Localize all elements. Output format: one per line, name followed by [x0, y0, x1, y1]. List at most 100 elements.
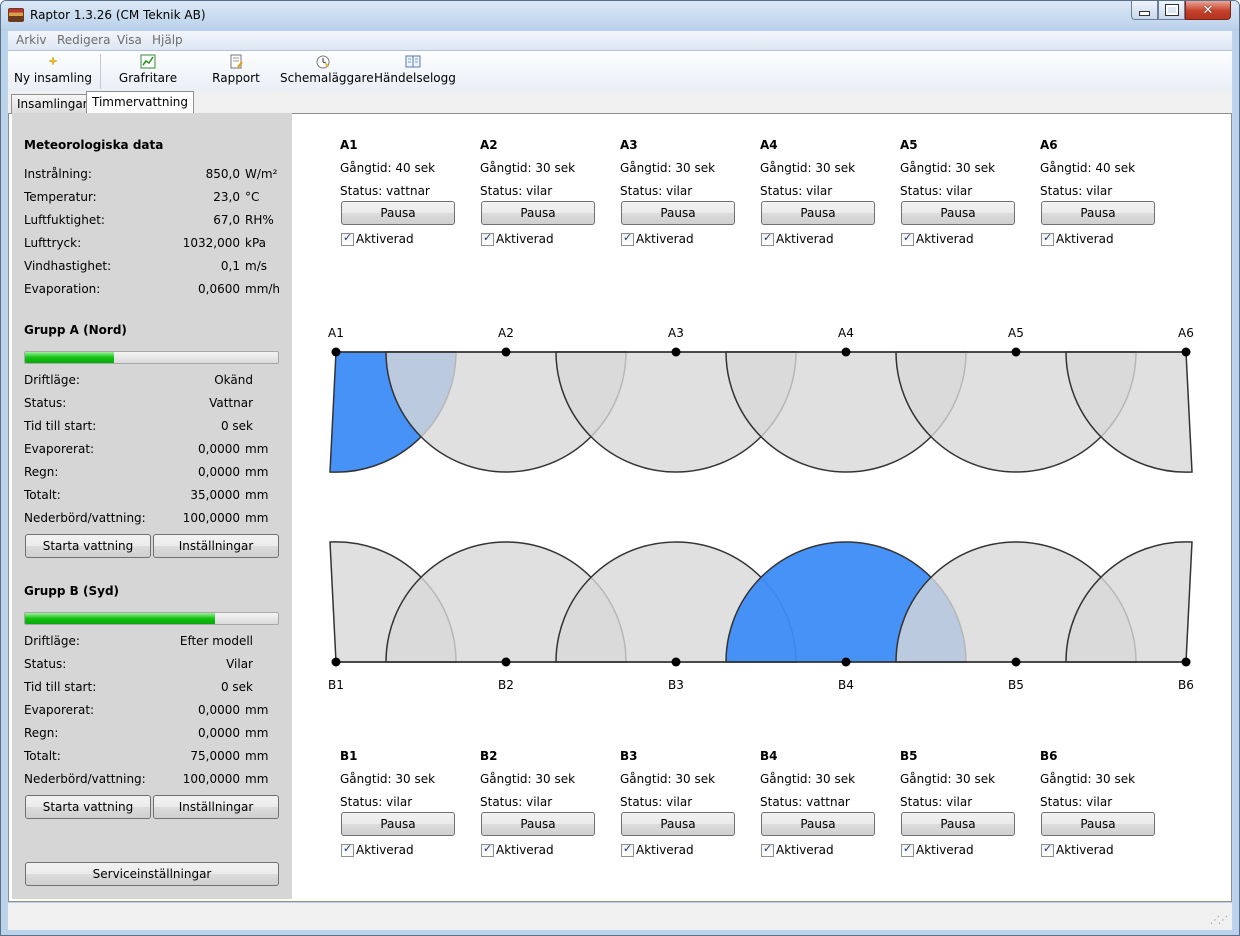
zone-b-2-enabled-label: Aktiverad: [496, 843, 554, 857]
zone-a-2-pause-button[interactable]: Pausa: [481, 201, 595, 225]
zone-a-1-status: Status: vattnar: [340, 184, 430, 198]
map-label-a4: A4: [838, 326, 854, 340]
zone-b-2-enabled-checkbox[interactable]: [481, 842, 494, 857]
zone-b-1-runtime: Gångtid: 30 sek: [340, 772, 436, 786]
row-a-sectors: [329, 351, 1193, 473]
zone-b-2-runtime: Gångtid: 30 sek: [480, 772, 576, 786]
zone-b-4-runtime: Gångtid: 30 sek: [760, 772, 856, 786]
zone-b-6-enabled-label: Aktiverad: [1056, 843, 1114, 857]
zone-b-4-title: B4: [760, 749, 778, 763]
row-a-sprinkler-5: [1011, 347, 1021, 357]
zone-b-5-runtime: Gångtid: 30 sek: [900, 772, 996, 786]
row-b-sprinkler-2: [501, 657, 511, 667]
zone-b-6-status: Status: vilar: [1040, 795, 1113, 809]
row-a-sector-6: [1065, 351, 1193, 473]
zone-b-6-runtime: Gångtid: 30 sek: [1040, 772, 1136, 786]
zone-b-1-enabled-label: Aktiverad: [356, 843, 414, 857]
zone-b-3-enabled-checkbox[interactable]: [621, 842, 634, 857]
zone-a-6-pause-button[interactable]: Pausa: [1041, 201, 1155, 225]
row-b-sprinkler-5: [1011, 657, 1021, 667]
zone-b-4-status: Status: vattnar: [760, 795, 850, 809]
zone-a-1-enabled-label: Aktiverad: [356, 232, 414, 246]
zone-b-6-title: B6: [1040, 749, 1058, 763]
zone-a-5-title: A5: [900, 138, 918, 152]
map-label-b5: B5: [1008, 678, 1024, 692]
zone-a-2-title: A2: [480, 138, 498, 152]
zone-a-6-enabled-checkbox[interactable]: [1041, 231, 1054, 246]
zone-b-3-status: Status: vilar: [620, 795, 693, 809]
zone-b-3-pause-button[interactable]: Pausa: [621, 812, 735, 836]
zone-b-4-enabled-label: Aktiverad: [776, 843, 834, 857]
zone-a-4-enabled-checkbox[interactable]: [761, 231, 774, 246]
zone-b-5-enabled-label: Aktiverad: [916, 843, 974, 857]
map-label-a3: A3: [668, 326, 684, 340]
zone-a-3-status: Status: vilar: [620, 184, 693, 198]
map-label-a2: A2: [498, 326, 514, 340]
zone-a-1-runtime: Gångtid: 40 sek: [340, 161, 436, 175]
zone-b-5-pause-button[interactable]: Pausa: [901, 812, 1015, 836]
zone-b-1-status: Status: vilar: [340, 795, 413, 809]
row-b-sprinkler-3: [671, 657, 681, 667]
map-label-b4: B4: [838, 678, 854, 692]
row-a-sprinkler-6: [1181, 347, 1191, 357]
map-label-b1: B1: [328, 678, 344, 692]
zone-a-2-enabled-checkbox[interactable]: [481, 231, 494, 246]
zone-a-3-pause-button[interactable]: Pausa: [621, 201, 735, 225]
zone-b-6-pause-button[interactable]: Pausa: [1041, 812, 1155, 836]
row-b-sector-6: [1065, 541, 1193, 663]
zone-a-4-pause-button[interactable]: Pausa: [761, 201, 875, 225]
zone-a-2-status: Status: vilar: [480, 184, 553, 198]
map-label-a1: A1: [328, 326, 344, 340]
zone-b-4-pause-button[interactable]: Pausa: [761, 812, 875, 836]
zone-a-3-enabled-label: Aktiverad: [636, 232, 694, 246]
row-a-sprinkler-3: [671, 347, 681, 357]
map-label-a6: A6: [1178, 326, 1194, 340]
zone-a-5-enabled-label: Aktiverad: [916, 232, 974, 246]
zone-a-5-enabled-checkbox[interactable]: [901, 231, 914, 246]
zone-a-6-enabled-label: Aktiverad: [1056, 232, 1114, 246]
zone-a-3-runtime: Gångtid: 30 sek: [620, 161, 716, 175]
zone-a-1-title: A1: [340, 138, 358, 152]
zone-b-2-status: Status: vilar: [480, 795, 553, 809]
row-b-sectors: [329, 541, 1193, 663]
zone-b-3-title: B3: [620, 749, 638, 763]
zone-a-3-enabled-checkbox[interactable]: [621, 231, 634, 246]
zone-b-3-enabled-label: Aktiverad: [636, 843, 694, 857]
zone-b-4-enabled-checkbox[interactable]: [761, 842, 774, 857]
map-label-b2: B2: [498, 678, 514, 692]
map-label-b6: B6: [1178, 678, 1194, 692]
zone-a-2-enabled-label: Aktiverad: [496, 232, 554, 246]
row-a-sprinkler-2: [501, 347, 511, 357]
zone-b-5-title: B5: [900, 749, 918, 763]
zone-a-5-runtime: Gångtid: 30 sek: [900, 161, 996, 175]
row-b-sprinkler-6: [1181, 657, 1191, 667]
row-a-sprinkler-4: [841, 347, 851, 357]
zone-a-4-runtime: Gångtid: 30 sek: [760, 161, 856, 175]
row-b-sprinkler-4: [841, 657, 851, 667]
zone-b-3-runtime: Gångtid: 30 sek: [620, 772, 716, 786]
map-label-b3: B3: [668, 678, 684, 692]
zone-a-4-enabled-label: Aktiverad: [776, 232, 834, 246]
row-b-sprinkler-1: [331, 657, 341, 667]
zone-a-6-status: Status: vilar: [1040, 184, 1113, 198]
zone-b-1-pause-button[interactable]: Pausa: [341, 812, 455, 836]
zone-a-5-pause-button[interactable]: Pausa: [901, 201, 1015, 225]
zone-b-2-title: B2: [480, 749, 498, 763]
zone-a-1-enabled-checkbox[interactable]: [341, 231, 354, 246]
zone-a-2-runtime: Gångtid: 30 sek: [480, 161, 576, 175]
zone-b-5-enabled-checkbox[interactable]: [901, 842, 914, 857]
zone-a-6-runtime: Gångtid: 40 sek: [1040, 161, 1136, 175]
zone-b-6-enabled-checkbox[interactable]: [1041, 842, 1054, 857]
zone-b-1-title: B1: [340, 749, 358, 763]
zone-a-4-status: Status: vilar: [760, 184, 833, 198]
zone-b-5-status: Status: vilar: [900, 795, 973, 809]
zone-a-3-title: A3: [620, 138, 638, 152]
zone-a-4-title: A4: [760, 138, 778, 152]
zone-b-1-enabled-checkbox[interactable]: [341, 842, 354, 857]
zone-a-5-status: Status: vilar: [900, 184, 973, 198]
zone-b-2-pause-button[interactable]: Pausa: [481, 812, 595, 836]
zone-a-1-pause-button[interactable]: Pausa: [341, 201, 455, 225]
zone-a-6-title: A6: [1040, 138, 1058, 152]
row-a-sprinkler-1: [331, 347, 341, 357]
map-label-a5: A5: [1008, 326, 1024, 340]
